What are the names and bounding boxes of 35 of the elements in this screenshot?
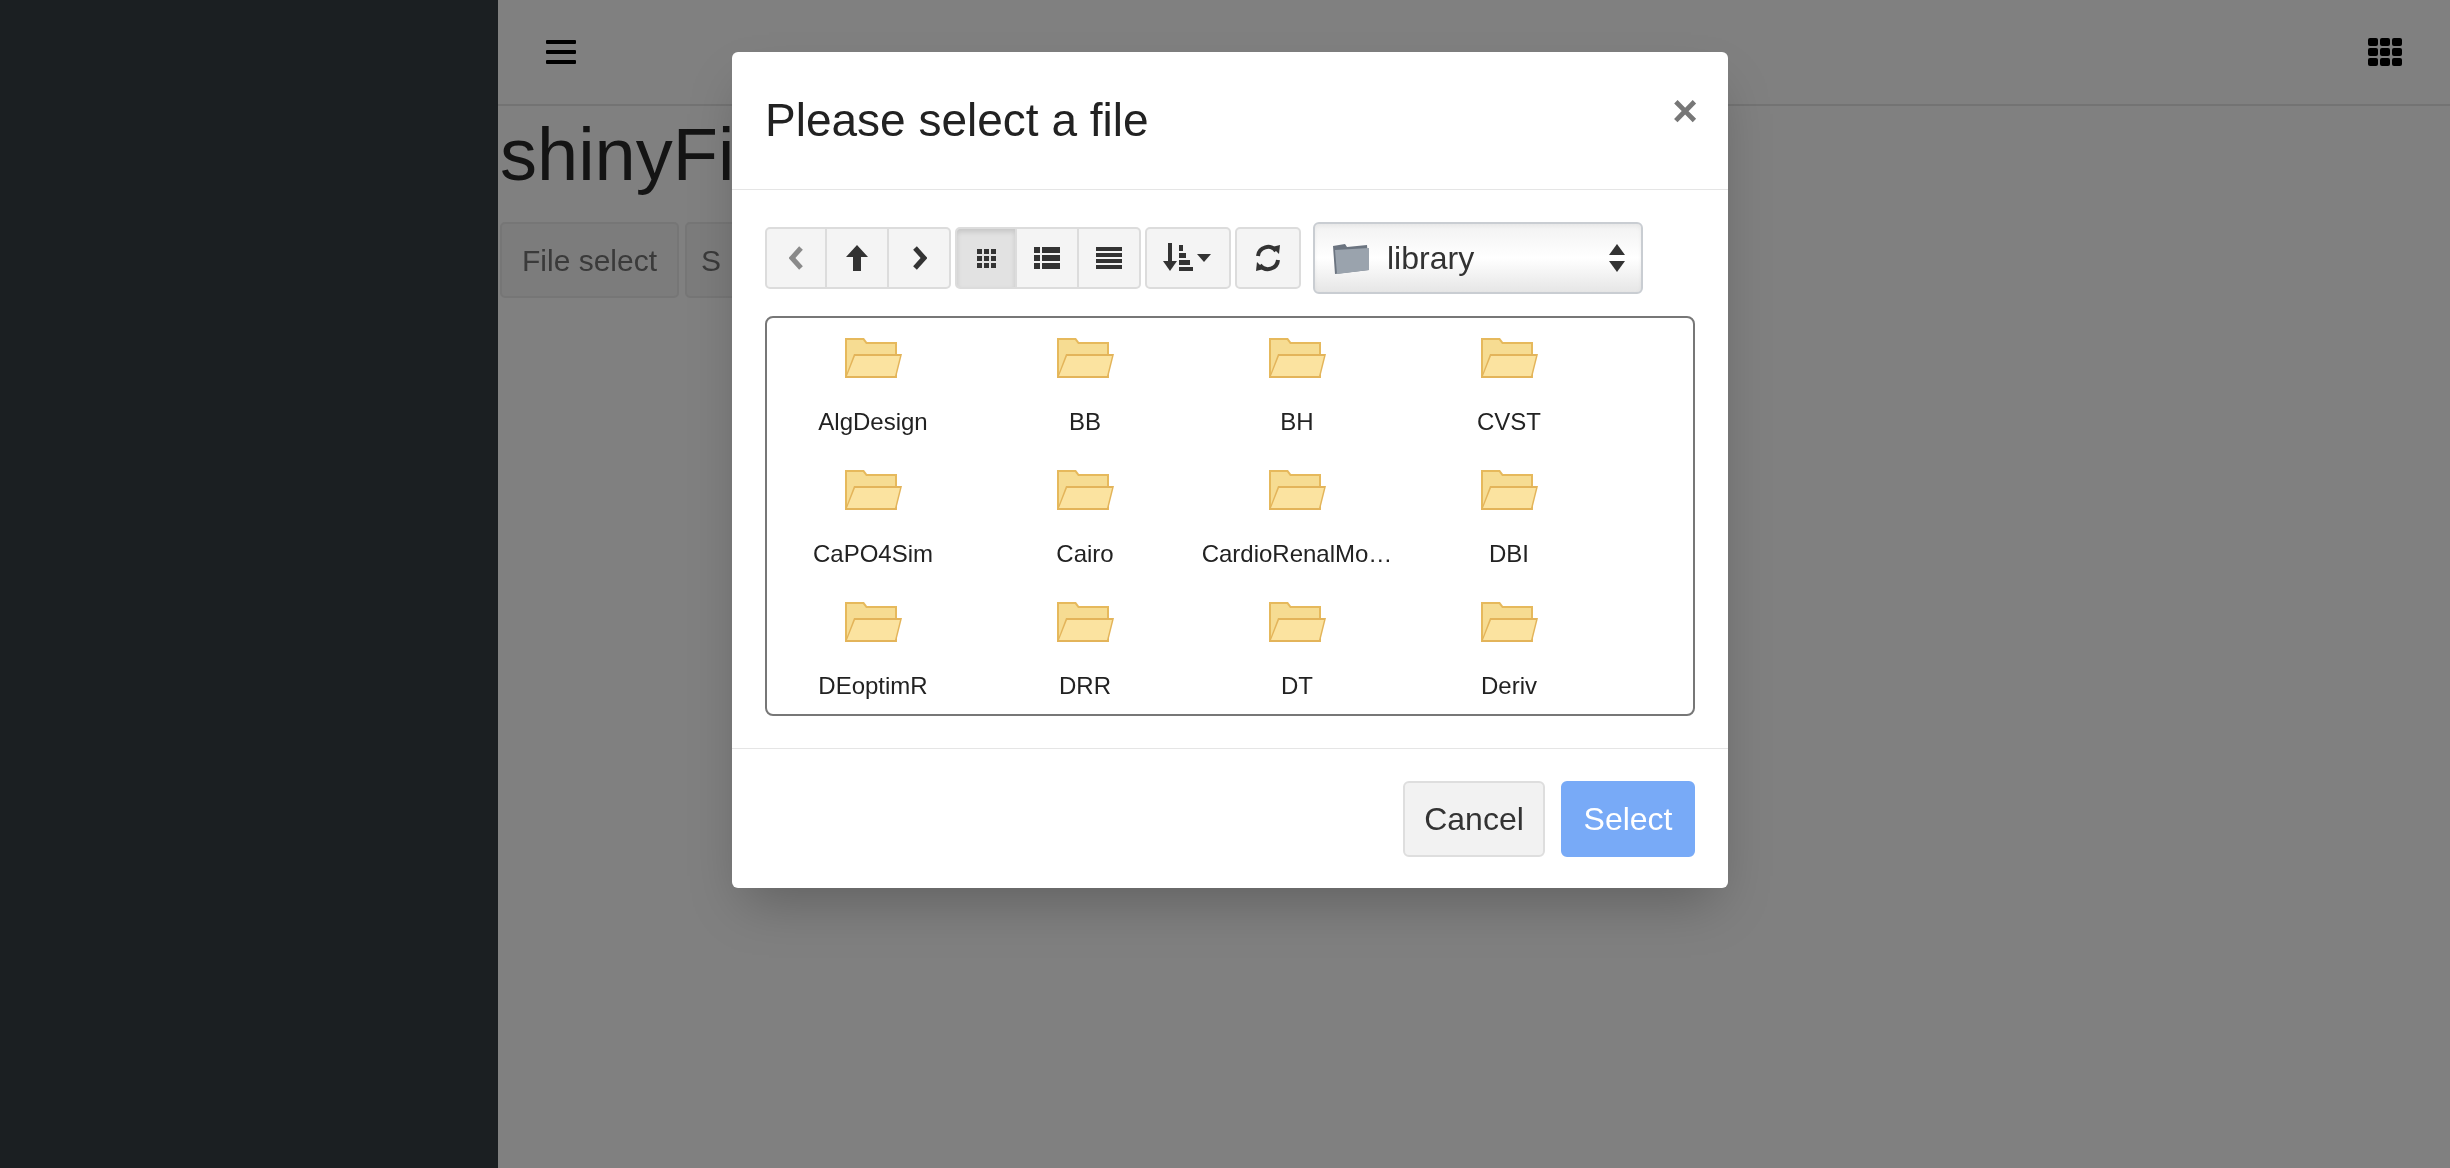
folder-item[interactable]: CardioRenalMo… [1191,466,1403,572]
lines-view-icon [1096,247,1122,269]
refresh-button[interactable] [1235,227,1301,289]
folder-item[interactable]: DRR [979,598,1191,704]
icon-view-button[interactable] [955,227,1017,289]
refresh-icon [1253,243,1283,273]
forward-button[interactable] [889,227,951,289]
apps-grid-icon[interactable] [2368,38,2402,66]
folder-item[interactable]: AlgDesign [767,334,979,440]
sort-button[interactable] [1145,227,1231,289]
chevron-right-icon [911,246,927,270]
folder-item[interactable]: DT [1191,598,1403,704]
detail-view-button[interactable] [1079,227,1141,289]
up-button[interactable] [827,227,889,289]
grid-view-icon [976,248,996,268]
dialog-title: Please select a file [765,93,1149,148]
close-button[interactable]: × [1672,88,1698,133]
folder-item[interactable]: DEoptimR [767,598,979,704]
list-view-button[interactable] [1017,227,1079,289]
folder-item[interactable]: DBI [1403,466,1615,572]
folder-item[interactable]: Deriv [1403,598,1615,704]
sort-icon [1163,243,1213,273]
list-view-icon [1034,247,1060,269]
page-title: shinyFi [500,112,735,198]
folder-item[interactable]: CVST [1403,334,1615,440]
cancel-button[interactable]: Cancel [1403,780,1545,857]
folder-item[interactable]: CaPO4Sim [767,466,979,572]
arrow-up-icon [846,245,868,271]
folder-item[interactable]: BB [979,334,1191,440]
folder-select[interactable]: library [1313,222,1643,294]
folder-item[interactable]: BH [1191,334,1403,440]
menu-icon[interactable] [546,39,576,65]
chevron-left-icon [788,246,804,270]
folder-item[interactable]: Cairo [979,466,1191,572]
updown-caret-icon [1609,242,1625,274]
